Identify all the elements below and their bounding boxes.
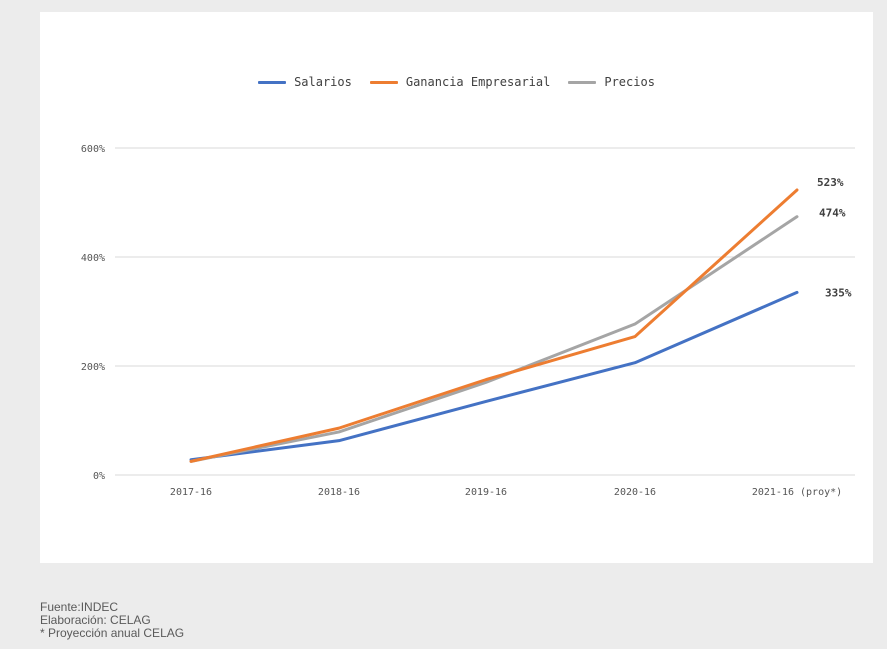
- y-tick-label-2: 400%: [81, 253, 105, 264]
- x-tick-label-1: 2018-16: [318, 487, 360, 498]
- series-line-precios: [189, 215, 799, 463]
- chart-card: Salarios Ganancia Empresarial Precios 0%…: [40, 12, 873, 563]
- series-line-ganancia-empresarial: [189, 188, 799, 463]
- y-tick-label-1: 200%: [81, 362, 105, 373]
- x-tick-label-4: 2021-16 (proy*): [752, 487, 842, 498]
- x-tick-label-3: 2020-16: [614, 487, 656, 498]
- data-label-salarios: 335%: [825, 286, 852, 299]
- data-label-ganancia-empresarial: 523%: [817, 176, 844, 189]
- footer-notes: Fuente:INDEC Elaboración: CELAG * Proyec…: [40, 601, 184, 640]
- projection-note: * Proyección anual CELAG: [40, 626, 185, 640]
- x-tick-label-2: 2019-16: [465, 487, 507, 498]
- line-chart: 0% 200% 400% 600% 2017-16 2018-16 2019-16 2020-…: [81, 144, 855, 498]
- page: Salarios Ganancia Empresarial Precios 0%…: [0, 0, 887, 649]
- y-tick-label-3: 600%: [81, 144, 105, 155]
- data-label-precios: 474%: [819, 207, 846, 220]
- y-tick-label-0: 0%: [93, 471, 105, 482]
- x-tick-label-0: 2017-16: [170, 487, 212, 498]
